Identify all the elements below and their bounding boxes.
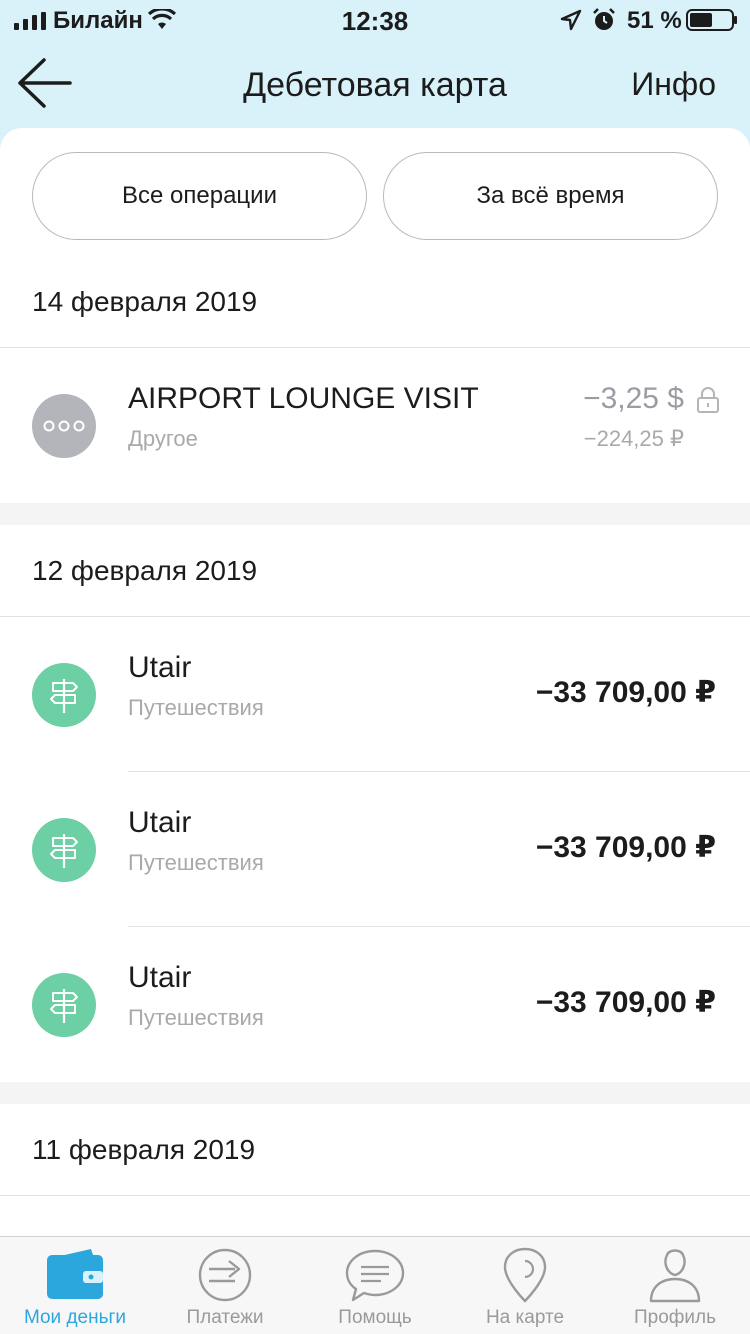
transaction-name: Utair	[128, 961, 192, 994]
wallet-icon	[47, 1249, 103, 1299]
transaction-name: Utair	[128, 651, 192, 684]
status-bar: Билайн 12:38 51 %	[0, 0, 750, 40]
battery-percent: 51 %	[627, 7, 682, 34]
person-icon	[649, 1249, 701, 1303]
tab-label: На карте	[485, 1307, 565, 1328]
transaction-row[interactable]: Utair Путешествия −33 709,00 ₽	[0, 772, 750, 927]
transaction-amount: −33 709,00 ₽	[535, 986, 716, 1019]
tab-label: Профиль	[633, 1307, 717, 1328]
transaction-name: Utair	[128, 806, 192, 839]
transaction-amount: −33 709,00 ₽	[535, 676, 716, 709]
arrow-circle-icon	[198, 1248, 252, 1302]
transaction-name: AIRPORT LOUNGE VISIT	[128, 382, 479, 415]
tab-label: Платежи	[186, 1307, 264, 1328]
signpost-icon	[32, 973, 96, 1037]
period-filter-button[interactable]: За всё время	[383, 152, 718, 240]
dots-icon	[32, 394, 96, 458]
list-continuation	[0, 1196, 750, 1236]
date-group: 11 февраля 2019	[0, 1104, 750, 1236]
tab-help[interactable]: Помощь	[300, 1237, 450, 1334]
map-pin-icon	[503, 1247, 547, 1303]
transaction-category: Путешествия	[128, 1005, 264, 1030]
operations-filter-button[interactable]: Все операции	[32, 152, 367, 240]
lock-icon	[697, 387, 719, 413]
location-arrow-icon	[560, 9, 582, 31]
transaction-amount-converted: −224,25 ₽	[583, 426, 684, 451]
tab-label: Помощь	[338, 1307, 412, 1328]
transaction-amount: −3,25 $	[583, 382, 684, 415]
group-date: 12 февраля 2019	[0, 525, 750, 617]
chat-bubble-icon	[345, 1249, 405, 1302]
signpost-icon	[32, 818, 96, 882]
filter-bar: Все операции За всё время	[0, 128, 750, 256]
tab-bar: Мои деньги Платежи Помощь На карте Профи…	[0, 1236, 750, 1334]
battery-icon	[686, 9, 737, 31]
signpost-icon	[32, 663, 96, 727]
operations-list[interactable]: Все операции За всё время 14 февраля 201…	[0, 128, 750, 1236]
tab-payments[interactable]: Платежи	[150, 1237, 300, 1334]
date-group: 14 февраля 2019 AIRPORT LOUNGE VISIT Дру…	[0, 256, 750, 503]
date-group: 12 февраля 2019 Utair Путешествия −33 70…	[0, 525, 750, 1082]
tab-map[interactable]: На карте	[450, 1237, 600, 1334]
transaction-category: Путешествия	[128, 695, 264, 720]
tab-profile[interactable]: Профиль	[600, 1237, 750, 1334]
alarm-clock-icon	[593, 8, 615, 30]
transaction-category: Путешествия	[128, 850, 264, 875]
transaction-row[interactable]: Utair Путешествия −33 709,00 ₽	[0, 617, 750, 772]
info-button[interactable]: Инфо	[631, 66, 716, 103]
transaction-category: Другое	[128, 426, 198, 451]
tab-my-money[interactable]: Мои деньги	[0, 1237, 150, 1334]
transaction-row[interactable]: Utair Путешествия −33 709,00 ₽	[0, 927, 750, 1082]
group-date: 11 февраля 2019	[0, 1104, 750, 1196]
transaction-row[interactable]: AIRPORT LOUNGE VISIT Другое −3,25 $ −224…	[0, 348, 750, 503]
group-date: 14 февраля 2019	[0, 256, 750, 348]
tab-label: Мои деньги	[23, 1307, 127, 1328]
transaction-amount: −33 709,00 ₽	[535, 831, 716, 864]
